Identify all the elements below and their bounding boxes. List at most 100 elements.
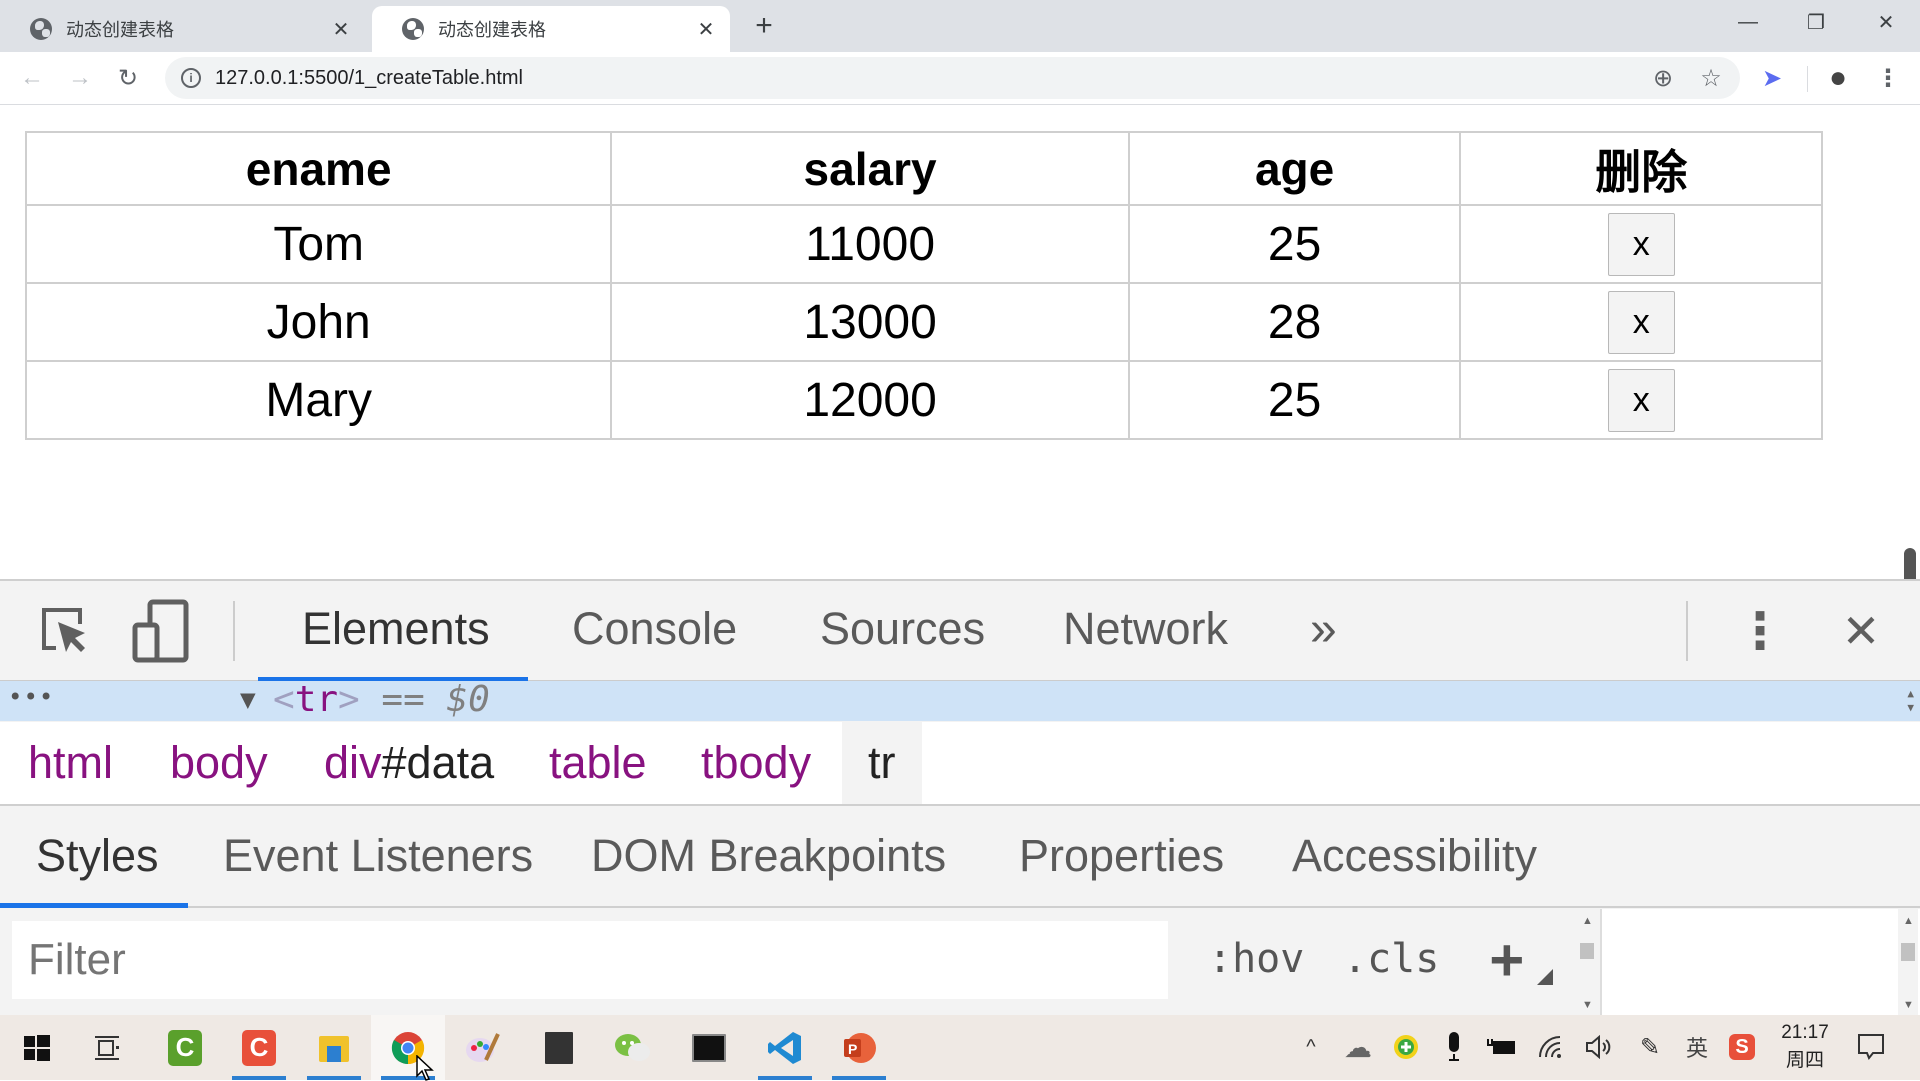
microphone-icon[interactable] [1436,1029,1472,1065]
address-bar[interactable]: i 127.0.0.1:5500/1_createTable.html [165,57,1740,99]
tab-elements[interactable]: Elements [302,603,490,655]
new-style-rule-button[interactable]: + [1490,927,1524,992]
tray-overflow-chevron-icon[interactable]: ^ [1293,1029,1329,1065]
taskbar-app-powerpoint[interactable]: P [822,1015,896,1080]
bookmark-star-icon[interactable]: ☆ [1693,60,1729,96]
wifi-icon[interactable] [1533,1029,1569,1065]
hov-toggle-button[interactable]: :hov [1208,929,1304,989]
sticky-notes-icon [545,1031,573,1064]
action-center-icon[interactable] [1853,1029,1889,1065]
scroll-thumb[interactable] [1901,943,1915,961]
tab-console[interactable]: Console [572,603,737,655]
globe-icon [30,18,52,40]
window-close-button[interactable]: ✕ [1856,0,1916,44]
crumb-div-data[interactable]: div #data [322,722,496,804]
styles-filter-input[interactable] [12,921,1168,999]
styles-scrollbar[interactable]: ▲ ▼ [1575,909,1599,1017]
delete-row-button[interactable]: x [1607,291,1675,354]
tab-close-button[interactable]: ✕ [692,15,720,43]
taskbar-app-vscode[interactable] [748,1015,822,1080]
profile-avatar-icon[interactable]: ● [1820,60,1856,96]
table-row: Tom 11000 25 x [24,204,1823,284]
tab-network[interactable]: Network [1063,603,1228,655]
delete-row-button[interactable]: x [1607,213,1675,276]
crumb-tr[interactable]: tr [842,722,922,804]
crumb-tbody[interactable]: tbody [699,722,813,804]
security-360-icon[interactable] [1388,1029,1424,1065]
browser-tab-1[interactable]: 动态创建表格 ✕ [0,6,365,52]
browser-menu-icon[interactable]: ⋮ [1870,60,1906,96]
info-icon[interactable]: i [181,68,201,88]
toolbar-separator [233,601,235,661]
header-salary: salary [610,131,1130,206]
scroll-up-arrow[interactable]: ▲ [1907,688,1914,700]
subtab-accessibility[interactable]: Accessibility [1292,828,1537,884]
taskbar-app-camtasia-red[interactable]: C [222,1015,296,1080]
scroll-down-arrow[interactable]: ▼ [1903,999,1914,1011]
selected-dom-node[interactable]: ••• ▼ <tr> == $0 ▲ ▼ [0,679,1920,721]
back-button[interactable]: ← [14,60,50,96]
scroll-down-arrow[interactable]: ▼ [1582,999,1593,1011]
node-ref: $0 [446,679,490,720]
cell-salary: 12000 [610,360,1130,440]
url-text[interactable]: 127.0.0.1:5500/1_createTable.html [215,67,523,90]
crumb-body[interactable]: body [168,722,270,804]
rule-menu-corner-icon[interactable] [1537,969,1553,985]
pen-workspace-icon[interactable]: ✎ [1632,1029,1668,1065]
device-toggle-icon[interactable] [132,599,190,663]
expand-triangle-icon[interactable]: ▼ [240,685,256,715]
cell-delete: x [1459,282,1823,362]
zoom-icon[interactable]: ⊕ [1645,60,1681,96]
toolbar-divider [1807,66,1808,92]
cell-ename: Mary [24,360,613,440]
tab-strip: 动态创建表格 ✕ 动态创建表格 ✕ + — ❐ ✕ [0,0,1920,52]
new-tab-button[interactable]: + [748,8,780,44]
more-dots-icon[interactable]: ••• [8,683,54,711]
tab-close-button[interactable]: ✕ [327,15,355,43]
taskbar-app-paint[interactable] [445,1015,519,1080]
extension-icon[interactable]: ➤ [1754,60,1790,96]
taskbar-app-terminal[interactable] [672,1015,746,1080]
delete-row-button[interactable]: x [1607,369,1675,432]
volume-icon[interactable] [1580,1029,1616,1065]
scroll-up-arrow[interactable]: ▲ [1903,915,1914,927]
more-tabs-icon[interactable]: » [1310,603,1337,656]
scroll-down-arrow[interactable]: ▼ [1907,702,1914,714]
minimize-button[interactable]: — [1718,0,1778,44]
battery-icon[interactable] [1484,1029,1520,1065]
task-view-button[interactable] [70,1015,144,1080]
side-pane-scrollbar[interactable]: ▲ ▼ [1898,909,1918,1017]
subtab-properties[interactable]: Properties [1019,828,1224,884]
subtab-dom-breakpoints[interactable]: DOM Breakpoints [591,828,946,884]
taskbar-clock[interactable]: 21:17 周四 [1770,1019,1840,1075]
browser-tab-2[interactable]: 动态创建表格 ✕ [372,6,730,52]
taskbar-app-camtasia-green[interactable]: C [148,1015,222,1080]
wechat-icon [615,1033,650,1061]
restore-button[interactable]: ❐ [1786,0,1846,44]
scroll-thumb[interactable] [1580,943,1594,959]
cell-delete: x [1459,360,1823,440]
tab-sources[interactable]: Sources [820,603,985,655]
scroll-up-arrow[interactable]: ▲ [1582,915,1593,927]
inspect-element-icon[interactable] [36,603,90,659]
crumb-table[interactable]: table [547,722,649,804]
forward-button[interactable]: → [62,60,98,96]
devtools-menu-icon[interactable]: ⋮ [1735,603,1785,659]
globe-icon [402,18,424,40]
reload-button[interactable]: ↻ [110,60,146,96]
start-button[interactable] [0,1015,74,1080]
onedrive-cloud-icon[interactable]: ☁ [1340,1029,1376,1065]
taskbar-app-file-explorer[interactable] [297,1015,371,1080]
devtools-close-icon[interactable]: ✕ [1836,603,1886,659]
sogou-input-icon[interactable]: S [1724,1029,1760,1065]
taskbar-app-sticky-notes[interactable] [522,1015,596,1080]
subtab-event-listeners[interactable]: Event Listeners [223,828,533,884]
ime-english-icon[interactable]: 英 [1679,1029,1715,1065]
crumb-html[interactable]: html [26,722,115,804]
taskbar-app-wechat[interactable] [596,1015,670,1080]
node-tag: tr [294,679,339,720]
cls-toggle-button[interactable]: .cls [1343,929,1439,989]
browser-toolbar: ← → ↻ i 127.0.0.1:5500/1_createTable.htm… [0,52,1920,105]
devtools-toolbar: Elements Console Sources Network » ⋮ ✕ [0,581,1920,682]
subtab-styles[interactable]: Styles [36,828,159,884]
